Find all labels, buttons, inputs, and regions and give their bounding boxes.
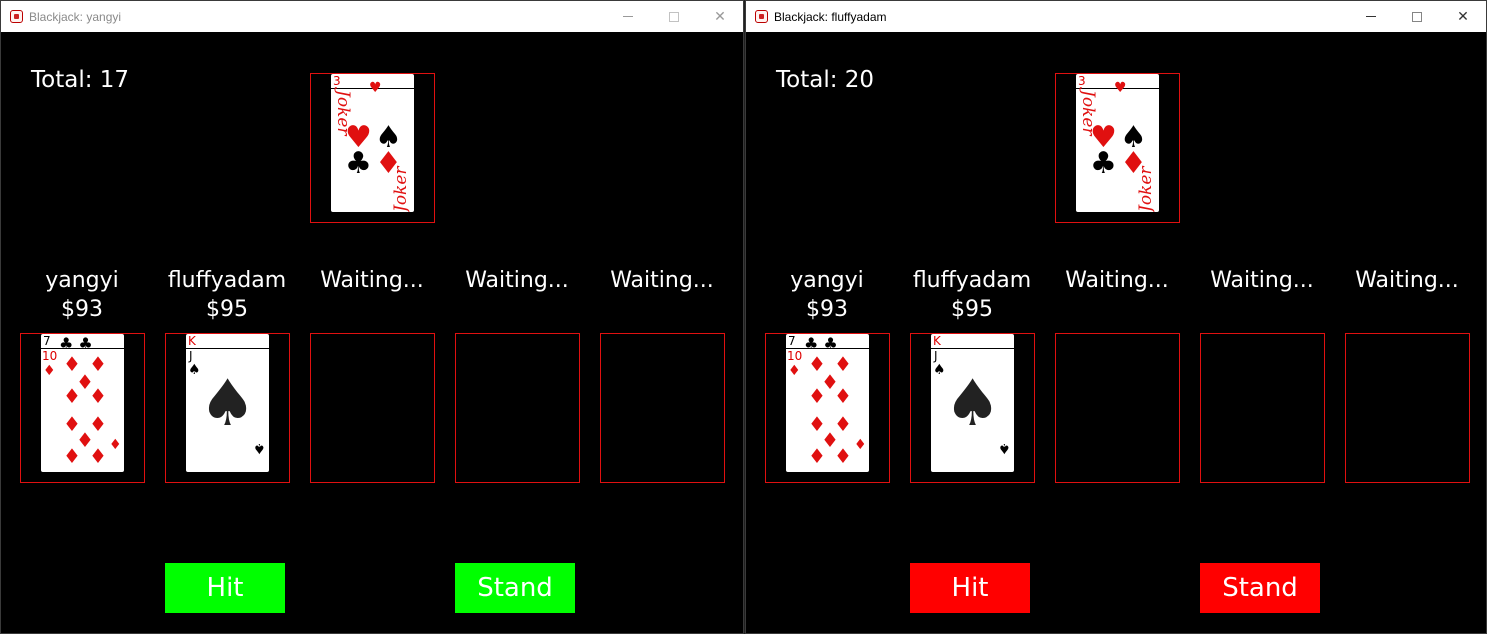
club-icon: ♣ [1090,146,1117,181]
diamond-icon: ♦ [788,363,801,379]
card-icon [10,10,23,23]
card-rank: 3 [1078,74,1086,88]
game-table: Total: 20 3 ♥ Joker Joker ♥ ♠ ♣ ♦ yangyi… [746,33,1486,633]
player-name: yangyi [790,268,864,293]
diamond-icon: ♦ [834,384,852,408]
player-1-label: yangyi $93 [7,267,157,324]
player-card: K J ♠ ♠ ♠ [931,334,1014,472]
player-2-label: fluffyadam $95 [897,267,1047,324]
player-4-card-slot [455,333,580,483]
player-1-card-slot: 7 ♣ ♣ 10 ♦ ♦ ♦ ♦ ♦ ♦ ♦ ♦ ♦ ♦ ♦ ♦ [765,333,890,483]
card-rank: 7 [43,334,51,348]
card-rank: 3 [333,74,341,88]
card-rank: K [188,334,196,348]
player-name: Waiting... [465,268,569,293]
player-name: fluffyadam [912,268,1032,293]
player-name: Waiting... [610,268,714,293]
player-3-label: Waiting... [1042,267,1192,296]
diamond-icon: ♦ [854,437,867,453]
game-table: Total: 17 3 ♥ Joker Joker ♥ ♠ ♣ ♦ yangyi… [1,33,743,633]
diamond-icon: ♦ [1120,146,1147,181]
hand-total: Total: 20 [776,67,875,93]
window-title: Blackjack: yangyi [29,10,122,24]
player-money: $93 [806,296,848,322]
player-name: Waiting... [320,268,424,293]
stand-button[interactable]: Stand [1200,563,1320,613]
dealer-card: 3 ♥ Joker Joker ♥ ♠ ♣ ♦ [331,74,414,212]
player-1-label: yangyi $93 [752,267,902,324]
card-rank: 7 [788,334,796,348]
card-subrank: J [189,349,193,363]
player-4-label: Waiting... [1187,267,1337,296]
minimize-icon[interactable] [605,1,651,32]
card-subrank: 10 [787,349,803,363]
player-5-label: Waiting... [1332,267,1482,296]
player-2-card-slot: K J ♠ ♠ ♠ [910,333,1035,483]
title-bar[interactable]: Blackjack: yangyi ✕ [1,1,743,32]
game-window-yangyi: Blackjack: yangyi ✕ Total: 17 3 ♥ Joker … [0,0,744,634]
player-money: $93 [61,296,103,322]
player-2-label: fluffyadam $95 [152,267,302,324]
player-4-label: Waiting... [442,267,592,296]
diamond-icon: ♦ [63,444,81,468]
game-window-fluffyadam: Blackjack: fluffyadam ✕ Total: 20 3 ♥ Jo… [745,0,1487,634]
dealer-card-slot: 3 ♥ Joker Joker ♥ ♠ ♣ ♦ [310,73,435,223]
player-name: Waiting... [1210,268,1314,293]
spade-icon: ♠ [998,440,1011,456]
player-5-label: Waiting... [587,267,737,296]
player-money: $95 [206,296,248,322]
club-icon: ♣ ♣ [59,334,93,353]
player-3-label: Waiting... [297,267,447,296]
player-card: K J ♠ ♠ ♠ [186,334,269,472]
player-5-card-slot [1345,333,1470,483]
club-icon: ♣ ♣ [804,334,838,353]
spade-icon: ♠ [198,367,257,441]
card-subrank: 10 [42,349,58,363]
diamond-icon: ♦ [808,384,826,408]
player-money: $95 [951,296,993,322]
hit-button[interactable]: Hit [910,563,1030,613]
player-name: fluffyadam [167,268,287,293]
heart-icon: ♥ [369,80,382,96]
stand-button[interactable]: Stand [455,563,575,613]
card-icon [755,10,768,23]
club-icon: ♣ [345,146,372,181]
maximize-icon[interactable] [1394,1,1440,32]
player-name: Waiting... [1355,268,1459,293]
card-subrank: J [934,349,938,363]
title-bar[interactable]: Blackjack: fluffyadam ✕ [746,1,1486,32]
player-4-card-slot [1200,333,1325,483]
diamond-icon: ♦ [43,363,56,379]
window-title: Blackjack: fluffyadam [774,10,887,24]
close-icon[interactable]: ✕ [697,1,743,32]
spade-icon: ♠ [253,440,266,456]
diamond-icon: ♦ [63,384,81,408]
diamond-icon: ♦ [808,444,826,468]
hand-total: Total: 17 [31,67,130,93]
player-1-card-slot: 7 ♣ ♣ 10 ♦ ♦ ♦ ♦ ♦ ♦ ♦ ♦ ♦ ♦ ♦ ♦ [20,333,145,483]
player-card: 7 ♣ ♣ 10 ♦ ♦ ♦ ♦ ♦ ♦ ♦ ♦ ♦ ♦ ♦ ♦ [786,334,869,472]
player-card: 7 ♣ ♣ 10 ♦ ♦ ♦ ♦ ♦ ♦ ♦ ♦ ♦ ♦ ♦ ♦ [41,334,124,472]
diamond-icon: ♦ [375,146,402,181]
spade-icon: ♠ [943,367,1002,441]
player-3-card-slot [1055,333,1180,483]
heart-icon: ♥ [1114,80,1127,96]
diamond-icon: ♦ [109,437,122,453]
close-icon[interactable]: ✕ [1440,1,1486,32]
maximize-icon[interactable] [651,1,697,32]
card-rank: K [933,334,941,348]
hit-button[interactable]: Hit [165,563,285,613]
diamond-icon: ♦ [834,444,852,468]
player-name: yangyi [45,268,119,293]
diamond-icon: ♦ [89,384,107,408]
player-2-card-slot: K J ♠ ♠ ♠ [165,333,290,483]
dealer-card: 3 ♥ Joker Joker ♥ ♠ ♣ ♦ [1076,74,1159,212]
player-3-card-slot [310,333,435,483]
diamond-icon: ♦ [89,444,107,468]
minimize-icon[interactable] [1348,1,1394,32]
dealer-card-slot: 3 ♥ Joker Joker ♥ ♠ ♣ ♦ [1055,73,1180,223]
player-name: Waiting... [1065,268,1169,293]
player-5-card-slot [600,333,725,483]
